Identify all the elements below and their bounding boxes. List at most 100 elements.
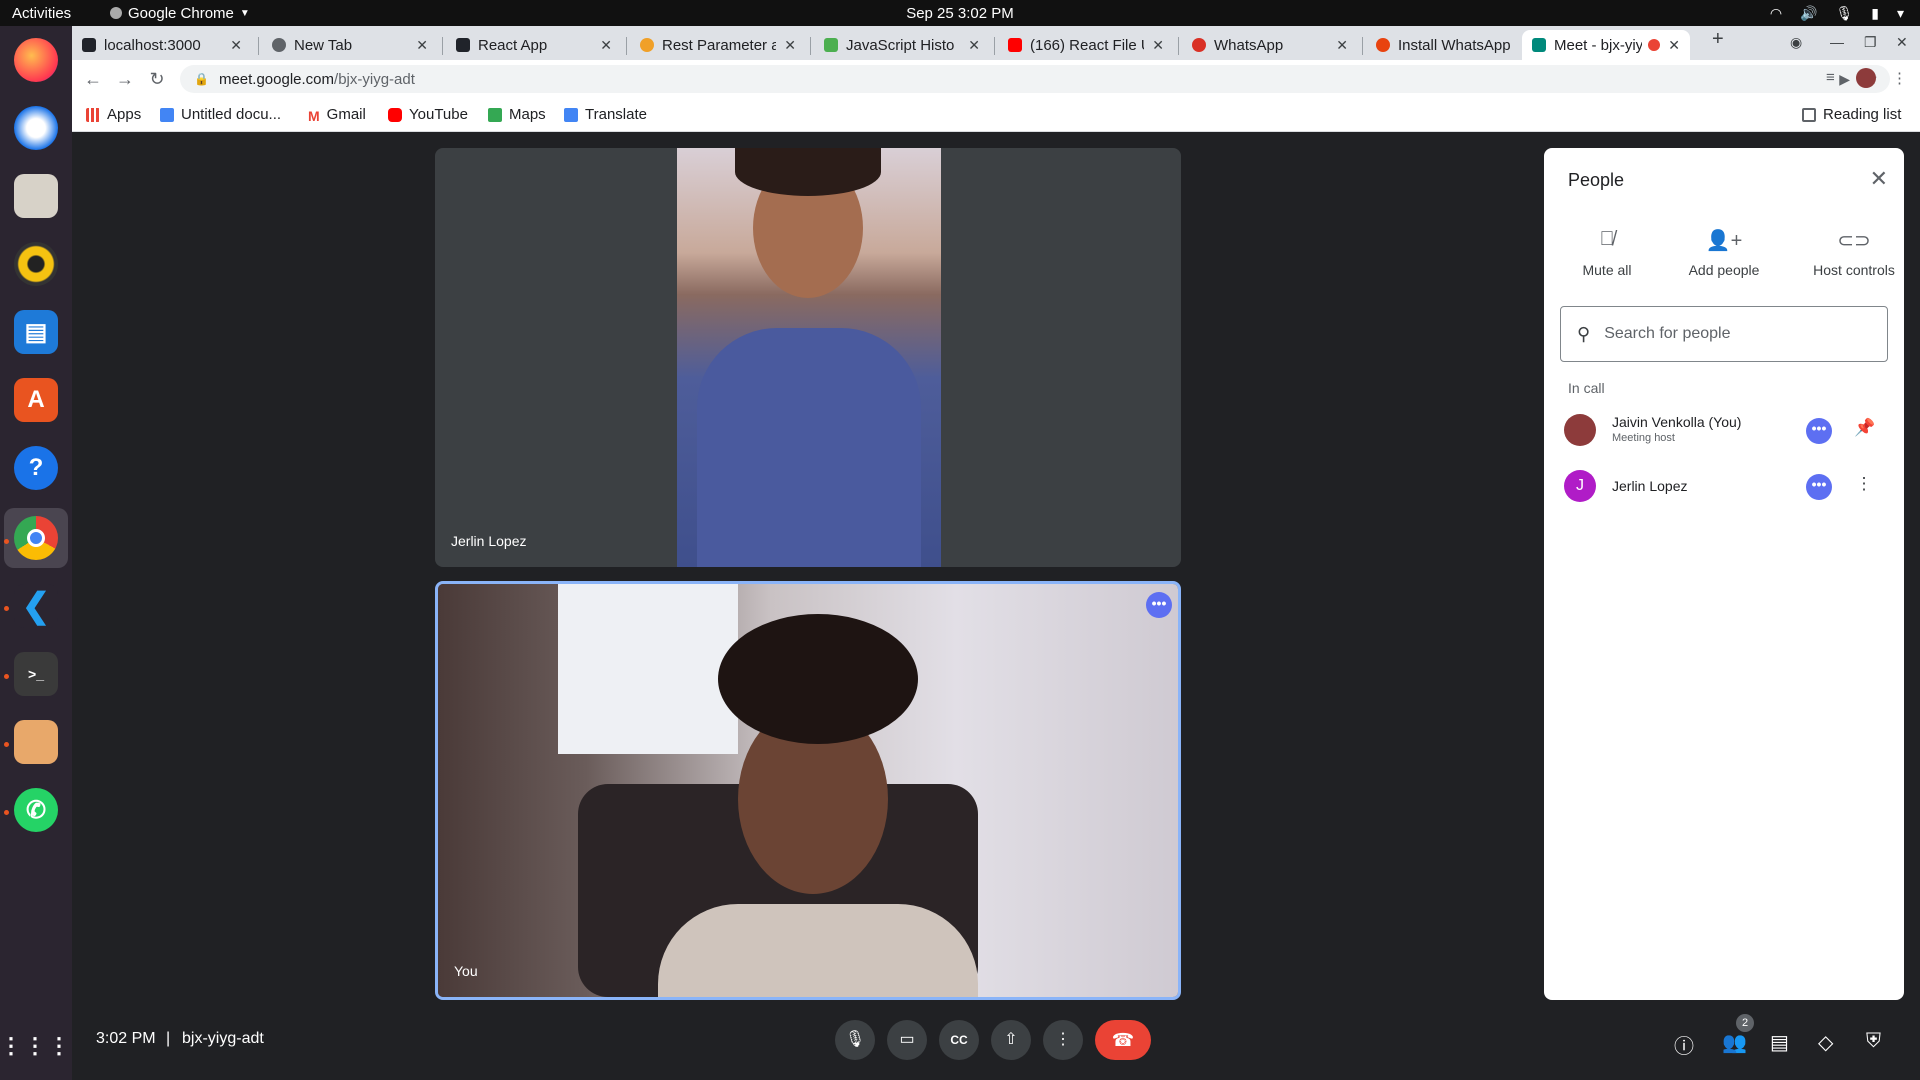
minimize-icon[interactable]: — — [1830, 34, 1844, 50]
tab[interactable]: (166) React File U ✕ — [998, 30, 1174, 60]
avatar — [1564, 414, 1596, 446]
camera-button[interactable]: ▭ — [887, 1020, 927, 1060]
bookmark-youtube[interactable]: YouTube — [388, 106, 468, 123]
pin-icon[interactable]: 📌 — [1854, 418, 1875, 438]
translate-icon — [564, 107, 578, 122]
close-icon[interactable]: ✕ — [230, 37, 242, 54]
tab[interactable]: Install WhatsApp ✕ — [1366, 30, 1542, 60]
activities-icon[interactable]: ◇ — [1818, 1030, 1833, 1055]
tab[interactable]: WhatsApp ✕ — [1182, 30, 1358, 60]
tab[interactable]: React App ✕ — [446, 30, 622, 60]
close-icon[interactable]: ✕ — [784, 37, 796, 54]
chrome-menu-icon[interactable]: ⋮ — [1892, 69, 1907, 87]
tab-separator — [810, 37, 811, 55]
clock[interactable]: Sep 25 3:02 PM — [0, 5, 1920, 22]
terminal-icon[interactable]: >_ — [14, 652, 58, 696]
tab-active-meet[interactable]: Meet - bjx-yiyg ✕ — [1522, 30, 1690, 60]
end-call-button[interactable]: ☎ — [1095, 1020, 1151, 1060]
forward-icon[interactable]: → — [114, 68, 136, 90]
video-tile-remote[interactable]: Jerlin Lopez — [435, 148, 1181, 567]
host-safety-icon[interactable]: ⛨ — [1866, 1030, 1881, 1053]
reload-icon[interactable]: ↻ — [146, 68, 168, 90]
battery-icon: ▮ — [1871, 4, 1879, 21]
close-icon[interactable]: ✕ — [1336, 37, 1348, 54]
tab[interactable]: localhost:3000 ✕ — [72, 30, 252, 60]
video-tile-self[interactable]: You ••• — [435, 581, 1181, 1000]
host-controls-button[interactable]: ⊂⊃ Host controls — [1792, 228, 1916, 278]
microphone-button[interactable]: 🎙 — [835, 1020, 875, 1060]
more-options-button[interactable]: ⋮ — [1043, 1020, 1083, 1060]
participant-more-button[interactable]: ••• — [1806, 474, 1832, 500]
tab[interactable]: Rest Parameter a ✕ — [630, 30, 806, 60]
meeting-details-icon[interactable]: ⓘ — [1674, 1030, 1694, 1059]
action-label: Host controls — [1813, 262, 1895, 278]
reading-list-button[interactable]: Reading list — [1802, 106, 1901, 123]
whatsapp-icon[interactable]: ✆ — [14, 788, 58, 832]
thunderbird-icon[interactable] — [14, 106, 58, 150]
close-icon[interactable]: ✕ — [1870, 166, 1888, 192]
rhythmbox-icon[interactable] — [14, 242, 58, 286]
writer-icon[interactable]: ▤ — [14, 310, 58, 354]
section-header-in-call: In call — [1568, 380, 1605, 396]
restore-icon[interactable]: ❐ — [1864, 34, 1877, 51]
activities-button[interactable]: Activities — [12, 5, 71, 22]
profile-avatar-icon[interactable] — [1856, 68, 1876, 88]
close-icon[interactable]: ✕ — [968, 37, 980, 54]
participant-row[interactable]: Jaivin Venkolla (You) Meeting host ••• 📌 — [1564, 408, 1884, 452]
vscode-icon[interactable]: ❮ — [14, 584, 58, 628]
tab-label: (166) React File U — [1030, 36, 1145, 54]
camera-in-use-icon[interactable]: ▶ — [1839, 71, 1850, 88]
wifi-icon: ◠ — [1769, 4, 1783, 21]
help-icon[interactable]: ? — [14, 446, 58, 490]
meeting-time: 3:02 PM — [96, 1030, 156, 1047]
tab-search-icon[interactable]: ◉ — [1790, 34, 1802, 51]
people-count-badge: 2 — [1736, 1014, 1754, 1032]
tab[interactable]: New Tab ✕ — [262, 30, 438, 60]
software-icon[interactable]: A — [14, 378, 58, 422]
bookmark-maps[interactable]: Maps — [488, 106, 546, 123]
participant-name: Jaivin Venkolla (You) — [1612, 414, 1742, 430]
people-icon[interactable]: 👥 — [1722, 1030, 1747, 1055]
captions-button[interactable]: CC — [939, 1020, 979, 1060]
system-tray[interactable]: ◠ 🔊 🎙 ▮ ▾ — [1770, 5, 1904, 22]
chevron-down-icon: ▾ — [1896, 4, 1904, 21]
show-applications-icon[interactable]: ⋮⋮⋮ — [0, 1024, 70, 1068]
close-icon[interactable]: ✕ — [416, 37, 428, 54]
firefox-icon[interactable] — [14, 38, 58, 82]
bookmark-translate[interactable]: Translate — [564, 106, 647, 123]
add-people-button[interactable]: 👤+ Add people — [1669, 228, 1779, 278]
bookmark-gmail[interactable]: M Gmail — [308, 106, 366, 124]
archive-icon[interactable] — [14, 720, 58, 764]
search-placeholder: Search for people — [1604, 325, 1731, 342]
chrome-icon[interactable] — [14, 516, 58, 560]
remote-shirt — [697, 328, 921, 567]
new-tab-icon[interactable]: + — [1712, 28, 1724, 51]
bookmarks-bar: Apps Untitled docu... M Gmail YouTube Ma… — [72, 98, 1920, 132]
bookmark-docs[interactable]: Untitled docu... — [160, 106, 281, 123]
system-top-bar: Activities Google Chrome ▼ Sep 25 3:02 P… — [0, 0, 1920, 26]
app-menu[interactable]: Google Chrome ▼ — [110, 5, 250, 22]
tab-label: React App — [478, 36, 548, 54]
participant-more-button[interactable]: ••• — [1806, 418, 1832, 444]
tab[interactable]: JavaScript Histo ✕ — [814, 30, 990, 60]
more-vert-icon[interactable]: ⋮ — [1854, 474, 1874, 494]
back-icon[interactable]: ← — [82, 68, 104, 90]
reading-mode-icon[interactable]: ≡ — [1826, 69, 1835, 86]
chat-icon[interactable]: ▤ — [1770, 1030, 1789, 1055]
participant-name-label: Jerlin Lopez — [451, 533, 527, 549]
participant-row[interactable]: J Jerlin Lopez ••• ⋮ — [1564, 464, 1884, 508]
react-favicon-icon — [82, 38, 96, 52]
bookmark-apps[interactable]: Apps — [86, 106, 141, 123]
close-icon[interactable]: ✕ — [600, 37, 612, 54]
address-bar[interactable]: 🔒 meet.google.com /bjx-yiyg-adt ▶ ☆ — [180, 65, 1890, 93]
close-icon[interactable]: ✕ — [1668, 37, 1680, 54]
mute-all-button[interactable]: 🎙̸ Mute all — [1552, 228, 1662, 278]
mic-off-icon: 🎙̸ — [1599, 228, 1615, 250]
present-button[interactable]: ⇧ — [991, 1020, 1031, 1060]
files-icon[interactable] — [14, 174, 58, 218]
tile-more-options-button[interactable]: ••• — [1146, 592, 1172, 618]
window-close-icon[interactable]: ✕ — [1896, 34, 1908, 51]
close-icon[interactable]: ✕ — [1152, 37, 1164, 54]
volume-icon: 🔊 — [1800, 4, 1818, 21]
search-people-input[interactable]: ⚲ Search for people — [1560, 306, 1888, 362]
